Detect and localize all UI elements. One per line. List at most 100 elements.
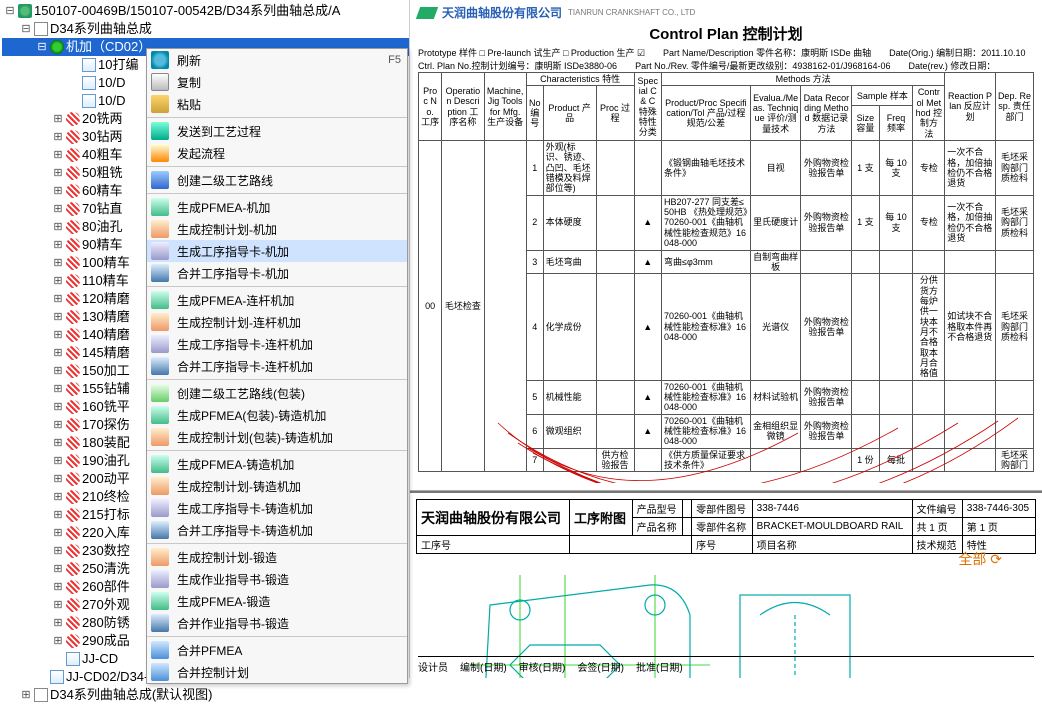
card-icon (151, 242, 169, 260)
logo-text: 天润曲轴股份有限公司 (442, 4, 562, 21)
ctx-paste[interactable]: 粘贴 (147, 93, 407, 115)
diamond-icon (66, 130, 80, 144)
diamond-icon (66, 436, 80, 450)
diamond-icon (66, 400, 80, 414)
pfmea-icon (151, 592, 169, 610)
ctx-card-zj[interactable]: 生成工序指导卡-铸造机加 (147, 497, 407, 519)
ctx-card-lg[interactable]: 生成工序指导卡-连杆机加 (147, 333, 407, 355)
page-icon (34, 688, 48, 702)
ctx-cp-zj[interactable]: 生成控制计划-铸造机加 (147, 475, 407, 497)
doc-icon (66, 652, 80, 666)
send-icon (151, 122, 169, 140)
meta-field: Ctrl. Plan No.控制计划编号：康明斯 ISDe3880-06 (418, 59, 617, 72)
diamond-icon (66, 256, 80, 270)
doc-icon (50, 670, 64, 684)
diamond-icon (66, 418, 80, 432)
ctx-merge-zj[interactable]: 合并工序指导卡-铸造机加 (147, 519, 407, 541)
merge-icon (151, 521, 169, 539)
document-panel: 天润曲轴股份有限公司 TIANRUN CRANKSHAFT CO., LTD C… (410, 0, 1042, 678)
controlplan-icon (151, 313, 169, 331)
ctx-cp-dz[interactable]: 生成控制计划-锻造 (147, 546, 407, 568)
ctx-merge-cp[interactable]: 合并控制计划 (147, 661, 407, 683)
ctx-refresh[interactable]: 刷新F5 (147, 49, 407, 71)
tree-node[interactable]: ⊟D34系列曲轴总成 (2, 20, 409, 38)
merge-icon (151, 264, 169, 282)
logo-icon (416, 7, 438, 19)
stamp: 全部 ⟳ (958, 549, 1002, 569)
ctx-pfmea-zj[interactable]: 生成PFMEA-铸造机加 (147, 453, 407, 475)
process-drawing-doc: 天润曲轴股份有限公司 工序附图 产品型号 零部件图号338-7446 文件编号3… (410, 491, 1042, 678)
ctx-cp-pk[interactable]: 生成控制计划(包装)-铸造机加 (147, 426, 407, 448)
table-row: 00毛坯检查1外观(标识、锈迹、凸凹、毛坯错模及料焊部位等)《锻钢曲轴毛坯技术条… (419, 141, 1034, 196)
meta-field: Date(rev.) 修改日期： (909, 59, 996, 72)
controlplan-icon (151, 428, 169, 446)
ctx-merge-pfmea[interactable]: 合并PFMEA (147, 639, 407, 661)
logo-text-en: TIANRUN CRANKSHAFT CO., LTD (568, 8, 695, 17)
merge-icon (151, 663, 169, 681)
ctx-create-route2[interactable]: 创建二级工艺路线 (147, 169, 407, 191)
diamond-icon (66, 220, 80, 234)
diamond-icon (66, 310, 80, 324)
company-logo: 天润曲轴股份有限公司 TIANRUN CRANKSHAFT CO., LTD (418, 4, 1034, 21)
gear-icon (18, 4, 32, 18)
doc-icon (82, 76, 96, 90)
drawing-title: 工序附图 (569, 500, 632, 536)
circle-icon (50, 40, 64, 54)
ctx-card-mj[interactable]: 生成工序指导卡-机加 (147, 240, 407, 262)
diamond-icon (66, 292, 80, 306)
diamond-icon (66, 184, 80, 198)
ctx-merge-lg[interactable]: 合并工序指导卡-连杆机加 (147, 355, 407, 377)
diamond-icon (66, 382, 80, 396)
context-menu: 刷新F5 复制 粘贴 发送到工艺过程 发起流程 创建二级工艺路线 生成PFMEA… (146, 48, 408, 684)
refresh-icon (151, 51, 169, 69)
merge-icon (151, 641, 169, 659)
ctx-cp-mj[interactable]: 生成控制计划-机加 (147, 218, 407, 240)
diamond-icon (66, 526, 80, 540)
ctx-pfmea-mj[interactable]: 生成PFMEA-机加 (147, 196, 407, 218)
controlplan-icon (151, 220, 169, 238)
diamond-icon (66, 364, 80, 378)
controlplan-icon (151, 548, 169, 566)
tree-node[interactable]: ⊞D34系列曲轴总成(默认视图) (2, 686, 409, 704)
drawing-header: 天润曲轴股份有限公司 工序附图 产品型号 零部件图号338-7446 文件编号3… (416, 499, 1036, 554)
diamond-icon (66, 562, 80, 576)
diamond-icon (66, 274, 80, 288)
company-name: 天润曲轴股份有限公司 (417, 500, 570, 536)
meta-field: Part Name/Description 零件名称：康明斯 ISDe 曲轴 (663, 46, 871, 59)
control-plan-table: Proc No. 工序 Operation Description 工序名称 M… (418, 72, 1034, 472)
card-icon (151, 499, 169, 517)
diamond-icon (66, 634, 80, 648)
diamond-icon (66, 490, 80, 504)
ctx-pfmea-pk[interactable]: 生成PFMEA(包装)-铸造机加 (147, 404, 407, 426)
controlplan-icon (151, 477, 169, 495)
diamond-icon (66, 166, 80, 180)
control-plan-doc: 天润曲轴股份有限公司 TIANRUN CRANKSHAFT CO., LTD C… (410, 0, 1042, 491)
signature-row: 设计员编制(日期)审核(日期)会签(日期)批准(日期) (418, 656, 1034, 674)
ctx-start-flow[interactable]: 发起流程 (147, 142, 407, 164)
ctx-pfmea-lg[interactable]: 生成PFMEA-连杆机加 (147, 289, 407, 311)
page-icon (34, 22, 48, 36)
flow-icon (151, 144, 169, 162)
ctx-man-dz[interactable]: 生成作业指导书-锻造 (147, 568, 407, 590)
ctx-route2-pk[interactable]: 创建二级工艺路线(包装) (147, 382, 407, 404)
doc-icon (82, 58, 96, 72)
ctx-send-process[interactable]: 发送到工艺过程 (147, 120, 407, 142)
meta-field: Prototype 样件 □ Pre-launch 试生产 □ Producti… (418, 46, 645, 59)
diamond-icon (66, 580, 80, 594)
ctx-pfmea-dz[interactable]: 生成PFMEA-锻造 (147, 590, 407, 612)
ctx-merge-mj[interactable]: 合并工序指导卡-机加 (147, 262, 407, 284)
diamond-icon (66, 616, 80, 630)
tree-root[interactable]: ⊟150107-00469B/150107-00542B/D34系列曲轴总成/A (2, 2, 409, 20)
diamond-icon (66, 508, 80, 522)
ctx-cp-lg[interactable]: 生成控制计划-连杆机加 (147, 311, 407, 333)
diamond-icon (66, 346, 80, 360)
meta-field: Date(Orig.) 编制日期：2011.10.10 (889, 46, 1025, 59)
pfmea-icon (151, 198, 169, 216)
ctx-merge-dz[interactable]: 合并作业指导书-锻造 (147, 612, 407, 634)
pfmea-icon (151, 291, 169, 309)
route-icon (151, 384, 169, 402)
meta-field: Part No./Rev. 零件编号/最新更改级别：4938162-01/J96… (635, 59, 890, 72)
ctx-copy[interactable]: 复制 (147, 71, 407, 93)
diamond-icon (66, 454, 80, 468)
diamond-icon (66, 202, 80, 216)
